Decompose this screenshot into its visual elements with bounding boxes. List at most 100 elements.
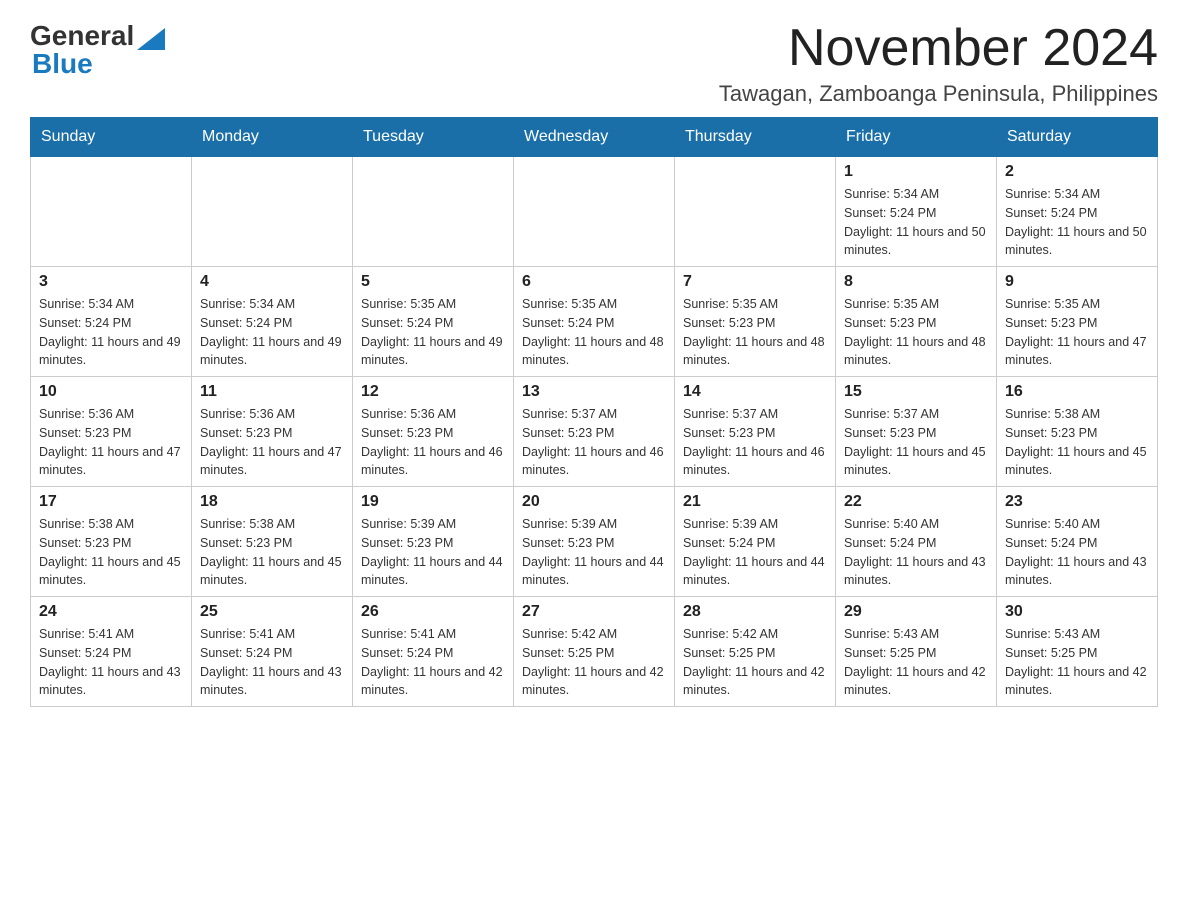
day-number: 3 xyxy=(39,273,183,291)
calendar-cell xyxy=(675,157,836,267)
day-info: Sunrise: 5:37 AMSunset: 5:23 PMDaylight:… xyxy=(844,405,988,480)
day-number: 2 xyxy=(1005,163,1149,181)
day-info: Sunrise: 5:41 AMSunset: 5:24 PMDaylight:… xyxy=(361,625,505,700)
calendar-cell xyxy=(31,157,192,267)
calendar-day-header: Thursday xyxy=(675,118,836,157)
calendar-day-header: Friday xyxy=(836,118,997,157)
day-info: Sunrise: 5:41 AMSunset: 5:24 PMDaylight:… xyxy=(39,625,183,700)
calendar-cell: 25Sunrise: 5:41 AMSunset: 5:24 PMDayligh… xyxy=(192,597,353,707)
calendar-cell: 5 Sunrise: 5:35 AMSunset: 5:24 PMDaylight… xyxy=(353,267,514,377)
calendar-cell xyxy=(514,157,675,267)
calendar-cell: 13Sunrise: 5:37 AMSunset: 5:23 PMDayligh… xyxy=(514,377,675,487)
day-info: Sunrise: 5:34 AMSunset: 5:24 PMDaylight:… xyxy=(39,295,183,370)
day-info: Sunrise: 5:43 AMSunset: 5:25 PMDaylight:… xyxy=(844,625,988,700)
week-row: 24Sunrise: 5:41 AMSunset: 5:24 PMDayligh… xyxy=(31,597,1158,707)
logo-blue-text: Blue xyxy=(32,48,93,80)
calendar-cell: 27Sunrise: 5:42 AMSunset: 5:25 PMDayligh… xyxy=(514,597,675,707)
day-number: 8 xyxy=(844,273,988,291)
calendar-cell: 14Sunrise: 5:37 AMSunset: 5:23 PMDayligh… xyxy=(675,377,836,487)
day-number: 15 xyxy=(844,383,988,401)
day-info: Sunrise: 5:40 AMSunset: 5:24 PMDaylight:… xyxy=(1005,515,1149,590)
day-info: Sunrise: 5:34 AMSunset: 5:24 PMDaylight:… xyxy=(200,295,344,370)
day-info: Sunrise: 5:35 AMSunset: 5:23 PMDaylight:… xyxy=(683,295,827,370)
calendar-cell: 7 Sunrise: 5:35 AMSunset: 5:23 PMDaylight… xyxy=(675,267,836,377)
logo: General Blue xyxy=(30,20,165,80)
calendar-cell: 15 Sunrise: 5:37 AMSunset: 5:23 PMDayligh… xyxy=(836,377,997,487)
day-number: 28 xyxy=(683,603,827,621)
day-number: 16 xyxy=(1005,383,1149,401)
day-number: 30 xyxy=(1005,603,1149,621)
calendar-cell: 6 Sunrise: 5:35 AMSunset: 5:24 PMDaylight… xyxy=(514,267,675,377)
day-number: 11 xyxy=(200,383,344,401)
day-info: Sunrise: 5:40 AMSunset: 5:24 PMDaylight:… xyxy=(844,515,988,590)
main-title: November 2024 xyxy=(719,20,1158,77)
calendar-day-header: Tuesday xyxy=(353,118,514,157)
day-info: Sunrise: 5:38 AMSunset: 5:23 PMDaylight:… xyxy=(200,515,344,590)
day-info: Sunrise: 5:35 AMSunset: 5:24 PMDaylight:… xyxy=(522,295,666,370)
week-row: 3 Sunrise: 5:34 AMSunset: 5:24 PMDaylight… xyxy=(31,267,1158,377)
calendar-cell: 26 Sunrise: 5:41 AMSunset: 5:24 PMDayligh… xyxy=(353,597,514,707)
calendar-table: SundayMondayTuesdayWednesdayThursdayFrid… xyxy=(30,117,1158,707)
day-number: 4 xyxy=(200,273,344,291)
week-row: 1 Sunrise: 5:34 AMSunset: 5:24 PMDaylight… xyxy=(31,157,1158,267)
calendar-day-header: Wednesday xyxy=(514,118,675,157)
day-info: Sunrise: 5:36 AMSunset: 5:23 PMDaylight:… xyxy=(39,405,183,480)
day-info: Sunrise: 5:38 AMSunset: 5:23 PMDaylight:… xyxy=(39,515,183,590)
day-info: Sunrise: 5:37 AMSunset: 5:23 PMDaylight:… xyxy=(522,405,666,480)
calendar-cell: 30Sunrise: 5:43 AMSunset: 5:25 PMDayligh… xyxy=(997,597,1158,707)
calendar-cell: 8Sunrise: 5:35 AMSunset: 5:23 PMDaylight… xyxy=(836,267,997,377)
calendar-cell xyxy=(192,157,353,267)
calendar-cell: 21Sunrise: 5:39 AMSunset: 5:24 PMDayligh… xyxy=(675,487,836,597)
calendar-day-header: Monday xyxy=(192,118,353,157)
calendar-cell: 1 Sunrise: 5:34 AMSunset: 5:24 PMDaylight… xyxy=(836,157,997,267)
calendar-cell: 23 Sunrise: 5:40 AMSunset: 5:24 PMDayligh… xyxy=(997,487,1158,597)
calendar-cell: 24Sunrise: 5:41 AMSunset: 5:24 PMDayligh… xyxy=(31,597,192,707)
day-info: Sunrise: 5:39 AMSunset: 5:24 PMDaylight:… xyxy=(683,515,827,590)
calendar-cell: 4 Sunrise: 5:34 AMSunset: 5:24 PMDaylight… xyxy=(192,267,353,377)
subtitle: Tawagan, Zamboanga Peninsula, Philippine… xyxy=(719,81,1158,107)
day-number: 9 xyxy=(1005,273,1149,291)
calendar-cell: 29 Sunrise: 5:43 AMSunset: 5:25 PMDayligh… xyxy=(836,597,997,707)
logo-icon xyxy=(137,22,165,50)
day-number: 25 xyxy=(200,603,344,621)
day-number: 26 xyxy=(361,603,505,621)
calendar-cell: 20 Sunrise: 5:39 AMSunset: 5:23 PMDayligh… xyxy=(514,487,675,597)
calendar-cell: 22Sunrise: 5:40 AMSunset: 5:24 PMDayligh… xyxy=(836,487,997,597)
day-number: 27 xyxy=(522,603,666,621)
day-number: 10 xyxy=(39,383,183,401)
week-row: 17Sunrise: 5:38 AMSunset: 5:23 PMDayligh… xyxy=(31,487,1158,597)
day-number: 19 xyxy=(361,493,505,511)
day-info: Sunrise: 5:37 AMSunset: 5:23 PMDaylight:… xyxy=(683,405,827,480)
day-number: 23 xyxy=(1005,493,1149,511)
calendar-cell: 18Sunrise: 5:38 AMSunset: 5:23 PMDayligh… xyxy=(192,487,353,597)
day-info: Sunrise: 5:35 AMSunset: 5:23 PMDaylight:… xyxy=(1005,295,1149,370)
day-number: 29 xyxy=(844,603,988,621)
calendar-cell: 10 Sunrise: 5:36 AMSunset: 5:23 PMDayligh… xyxy=(31,377,192,487)
day-info: Sunrise: 5:34 AMSunset: 5:24 PMDaylight:… xyxy=(1005,185,1149,260)
day-number: 5 xyxy=(361,273,505,291)
day-info: Sunrise: 5:39 AMSunset: 5:23 PMDaylight:… xyxy=(361,515,505,590)
title-area: November 2024 Tawagan, Zamboanga Peninsu… xyxy=(719,20,1158,107)
header: General Blue November 2024 Tawagan, Zamb… xyxy=(30,20,1158,107)
day-number: 1 xyxy=(844,163,988,181)
day-info: Sunrise: 5:42 AMSunset: 5:25 PMDaylight:… xyxy=(683,625,827,700)
calendar-cell: 3 Sunrise: 5:34 AMSunset: 5:24 PMDaylight… xyxy=(31,267,192,377)
calendar-cell: 2 Sunrise: 5:34 AMSunset: 5:24 PMDaylight… xyxy=(997,157,1158,267)
day-info: Sunrise: 5:38 AMSunset: 5:23 PMDaylight:… xyxy=(1005,405,1149,480)
calendar-cell: 19 Sunrise: 5:39 AMSunset: 5:23 PMDayligh… xyxy=(353,487,514,597)
day-info: Sunrise: 5:34 AMSunset: 5:24 PMDaylight:… xyxy=(844,185,988,260)
calendar-day-header: Saturday xyxy=(997,118,1158,157)
day-info: Sunrise: 5:39 AMSunset: 5:23 PMDaylight:… xyxy=(522,515,666,590)
calendar-cell: 11 Sunrise: 5:36 AMSunset: 5:23 PMDayligh… xyxy=(192,377,353,487)
calendar-day-header: Sunday xyxy=(31,118,192,157)
day-info: Sunrise: 5:35 AMSunset: 5:24 PMDaylight:… xyxy=(361,295,505,370)
day-info: Sunrise: 5:36 AMSunset: 5:23 PMDaylight:… xyxy=(200,405,344,480)
day-number: 12 xyxy=(361,383,505,401)
calendar-cell: 28 Sunrise: 5:42 AMSunset: 5:25 PMDayligh… xyxy=(675,597,836,707)
day-number: 20 xyxy=(522,493,666,511)
calendar-cell xyxy=(353,157,514,267)
day-number: 7 xyxy=(683,273,827,291)
week-row: 10 Sunrise: 5:36 AMSunset: 5:23 PMDayligh… xyxy=(31,377,1158,487)
day-number: 6 xyxy=(522,273,666,291)
calendar-cell: 12Sunrise: 5:36 AMSunset: 5:23 PMDayligh… xyxy=(353,377,514,487)
